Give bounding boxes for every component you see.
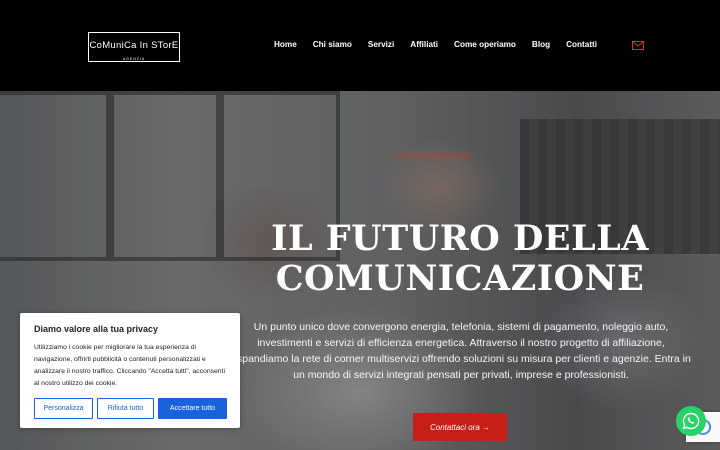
nav-come-operiamo[interactable]: Come operiamo <box>446 40 524 52</box>
nav-chi-siamo[interactable]: Chi siamo <box>305 40 360 52</box>
cookie-text: Utilizziamo i cookie per migliorare la t… <box>34 344 225 387</box>
mail-icon[interactable] <box>632 41 644 50</box>
logo-text: CoMuniCa In STorE <box>89 40 179 51</box>
site-header: CoMuniCa In STorE AGENZIA Home Chi siamo… <box>0 0 720 91</box>
reject-all-button[interactable]: Rifiuta tutto <box>97 398 154 419</box>
nav-contatti[interactable]: Contatti <box>558 40 605 52</box>
nav-blog[interactable]: Blog <box>524 40 558 52</box>
hero-eyebrow: I vostri professionisti <box>392 151 472 160</box>
accept-all-button[interactable]: Accettare tutto <box>158 398 227 419</box>
logo[interactable]: CoMuniCa In STorE AGENZIA <box>88 32 180 62</box>
whatsapp-button[interactable] <box>676 406 706 436</box>
contact-button[interactable]: Contattaci ora → <box>413 413 507 441</box>
main-nav: Home Chi siamo Servizi Affiliati Come op… <box>266 40 605 52</box>
cookie-banner: Diamo valore alla tua privacy Utilizziam… <box>20 313 240 428</box>
nav-home[interactable]: Home <box>266 40 305 52</box>
logo-subtext: AGENZIA <box>122 57 146 61</box>
whatsapp-icon <box>682 412 700 430</box>
nav-servizi[interactable]: Servizi <box>360 40 402 52</box>
customize-button[interactable]: Personalizza <box>34 398 93 419</box>
nav-affiliati[interactable]: Affiliati <box>402 40 446 52</box>
hero-title-line2: COMUNICAZIONE <box>275 258 645 299</box>
cookie-title: Diamo valore alla tua privacy <box>34 324 159 334</box>
hero-title: IL FUTURO DELLA COMUNICAZIONE <box>255 219 665 299</box>
hero-title-line1: IL FUTURO DELLA <box>271 218 649 259</box>
hero-description: Un punto unico dove convergono energia, … <box>231 321 691 381</box>
